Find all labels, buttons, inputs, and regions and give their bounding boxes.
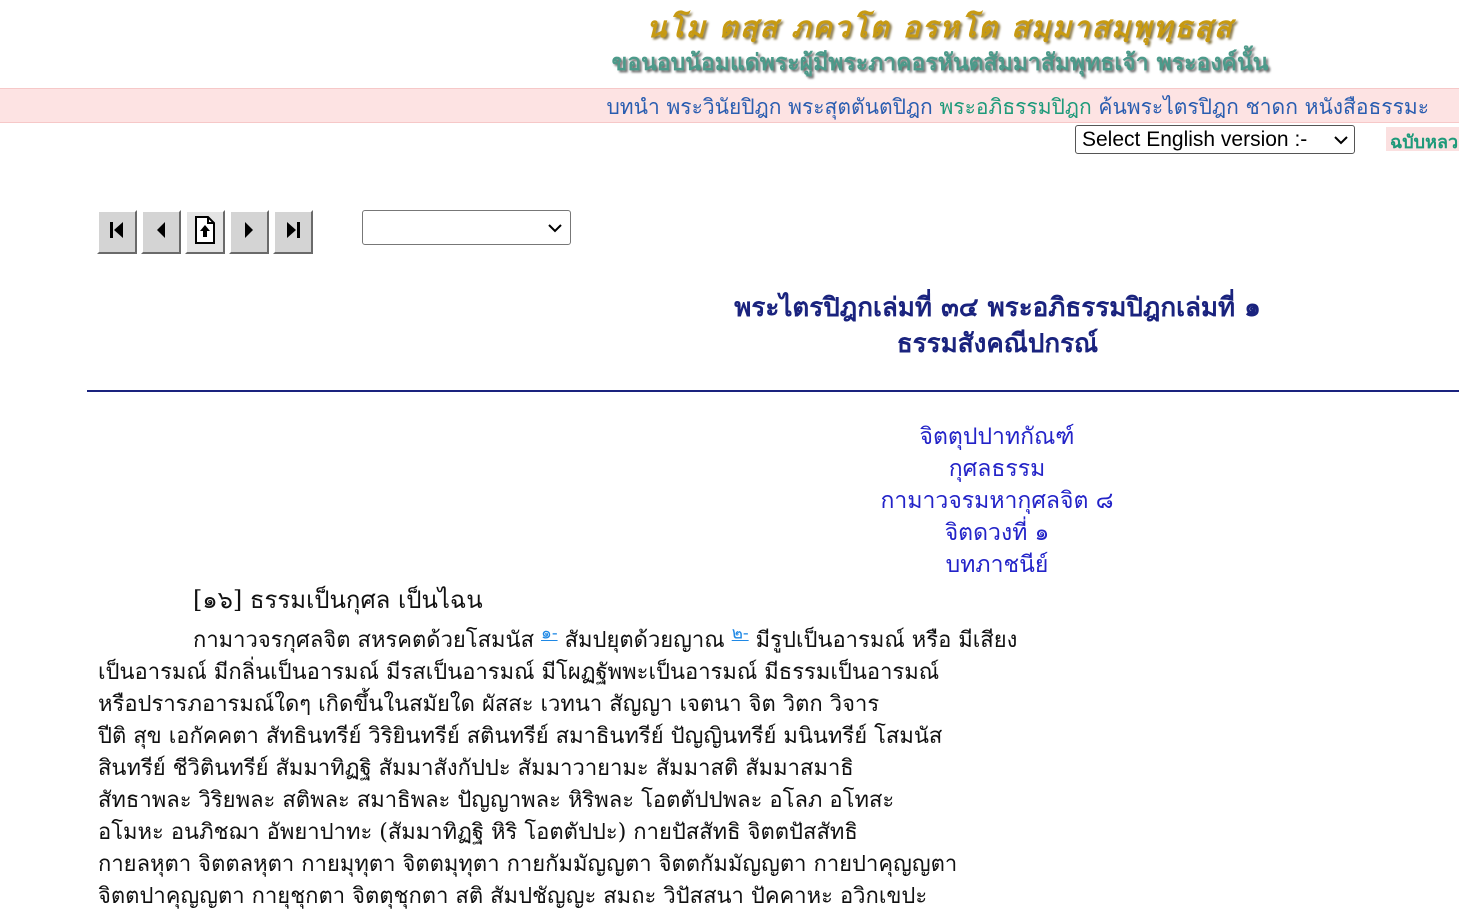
footnote-link-1[interactable]: ๑- (541, 624, 558, 644)
section-heading: จิตตุปปาทกัณฑ์ (919, 424, 1075, 450)
body-line: กามาวจรกุศลจิต สหรคตด้วยโสมนัส ๑- สัมปยุ… (98, 625, 1198, 657)
nav-link-abhidhamma[interactable]: พระอภิธรรมปิฎก (939, 95, 1091, 119)
edition-link[interactable]: ฉบับหลวง (1386, 127, 1459, 151)
nav-links: บทนำ พระวินัยปิฎก พระสุตตันตปิฎก พระอภิธ… (606, 91, 1429, 124)
book-title: พระไตรปิฎกเล่มที่ ๓๔ พระอภิธรรมปิฎกเล่มท… (600, 290, 1395, 362)
nav-link-dhamma-books[interactable]: หนังสือธรรมะ (1305, 95, 1429, 119)
title-divider (87, 390, 1459, 392)
body-line: หรือปรารภอารมณ์ใดๆ เกิดขึ้นในสมัยใด ผัสส… (98, 692, 880, 717)
nav-link-suttanta[interactable]: พระสุตตันตปิฎก (788, 95, 933, 119)
book-title-line2: ธรรมสังคณีปกรณ์ (896, 329, 1099, 359)
body-text-segment: สัมปยุตด้วยญาณ (564, 628, 725, 653)
body-line: สินทรีย์ ชีวิตินทรีย์ สัมมาทิฏฐิ สัมมาสั… (98, 756, 854, 781)
first-page-icon (107, 219, 127, 245)
next-page-icon (239, 219, 259, 245)
page-index-button[interactable] (185, 210, 225, 254)
section-headings: จิตตุปปาทกัณฑ์ กุศลธรรม กามาวจรมหากุศลจิ… (797, 421, 1197, 581)
body-line: กายลหุตา จิตตลหุตา กายมุทุตา จิตตมุทุตา … (98, 852, 958, 877)
section-heading: กามาวจรมหากุศลจิต ๘ (880, 488, 1114, 514)
previous-page-icon (151, 219, 171, 245)
body-text-segment: กามาวจรกุศลจิต สหรคตด้วยโสมนัส (193, 628, 535, 653)
book-title-line1: พระไตรปิฎกเล่มที่ ๓๔ พระอภิธรรมปิฎกเล่มท… (734, 293, 1261, 323)
body-line: ปีติ สุข เอกัคคตา สัทธินทรีย์ วิริยินทรี… (98, 724, 943, 749)
first-page-button[interactable] (97, 210, 137, 254)
section-heading: จิตดวงที่ ๑ (944, 520, 1050, 546)
body-line: เป็นอารมณ์ มีกลิ่นเป็นอารมณ์ มีรสเป็นอาร… (98, 660, 940, 685)
page-select[interactable] (362, 210, 571, 245)
nav-link-search[interactable]: ค้นพระไตรปิฎก (1098, 95, 1238, 119)
last-page-button[interactable] (273, 210, 313, 254)
nav-link-vinaya[interactable]: พระวินัยปิฎก (666, 95, 781, 119)
footnote-link-2[interactable]: ๒- (732, 624, 749, 644)
page-index-icon (192, 215, 218, 249)
previous-page-button[interactable] (141, 210, 181, 254)
paragraph-heading: [๑๖] ธรรมเป็นกุศล เป็นไฉน (193, 586, 483, 614)
section-heading: บทภาชนีย์ (945, 552, 1049, 578)
section-heading: กุศลธรรม (948, 456, 1046, 482)
nav-link-intro[interactable]: บทนำ (606, 95, 659, 119)
last-page-icon (283, 219, 303, 245)
pali-homage: นโม ตสฺส ภควโต อรหโต สมฺมาสมฺพุทฺธสฺส (646, 10, 1234, 44)
body-text: กามาวจรกุศลจิต สหรคตด้วยโสมนัส ๑- สัมปยุ… (98, 625, 1198, 913)
chevron-down-icon (1334, 132, 1348, 148)
thai-homage: ขอนอบน้อมแด่พระผู้มีพระภาคอรหันตสัมมาสัม… (611, 50, 1269, 76)
nav-link-jataka[interactable]: ชาดก (1246, 95, 1298, 119)
english-version-select-value: Select English version :- (1082, 127, 1308, 151)
main-nav: บทนำ พระวินัยปิฎก พระสุตตันตปิฎก พระอภิธ… (0, 88, 1459, 123)
body-line: อโมหะ อนภิชฌา อัพยาปาทะ (สัมมาทิฏฐิ หิริ… (98, 820, 858, 845)
body-line: สัทธาพละ วิริยพละ สติพละ สมาธิพละ ปัญญาพ… (98, 788, 895, 813)
body-line: จิตตปาคุญญตา กายุชุกตา จิตตุชุกตา สติ สั… (98, 884, 928, 909)
english-version-select[interactable]: Select English version :- (1075, 125, 1355, 154)
chevron-down-icon (548, 218, 562, 237)
page-nav-toolbar (97, 210, 317, 256)
body-text-segment: มีรูปเป็นอารมณ์ หรือ มีเสียง (755, 628, 1018, 653)
next-page-button[interactable] (229, 210, 269, 254)
site-header: นโม ตสฺส ภควโต อรหโต สมฺมาสมฺพุทฺธสฺส ขอ… (0, 0, 1459, 86)
